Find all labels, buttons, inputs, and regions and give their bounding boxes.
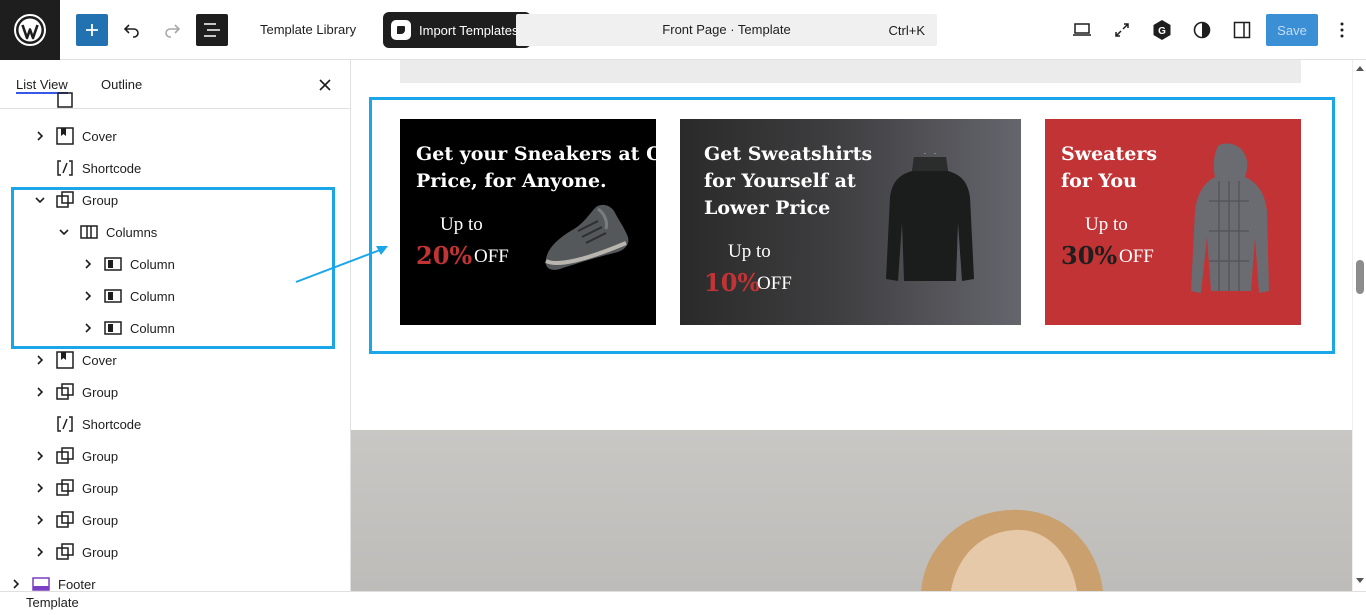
card-off: OFF (474, 246, 509, 267)
scroll-up-icon[interactable] (1356, 65, 1364, 71)
command-palette-bar[interactable]: Front Page · Template Ctrl+K (516, 14, 937, 46)
settings-sidebar-icon[interactable] (1230, 18, 1254, 42)
chevron-right-icon[interactable] (32, 512, 48, 528)
list-item-group[interactable]: Group (32, 472, 118, 504)
cover-icon (56, 351, 74, 369)
previous-section (400, 60, 1301, 83)
list-item-group[interactable]: Group (32, 504, 118, 536)
template-library-link[interactable]: Template Library (260, 22, 356, 37)
save-button[interactable]: Save (1266, 14, 1318, 46)
list-item-partial (56, 92, 82, 108)
list-item-footer[interactable]: Footer (8, 568, 96, 591)
group-icon (56, 543, 74, 561)
import-templates-button[interactable]: Import Templates (383, 12, 531, 48)
footer-icon (32, 575, 50, 591)
document-title: Front Page · Template (662, 22, 791, 37)
card-percent: 30% (1061, 241, 1118, 270)
sneaker-image (545, 204, 629, 270)
svg-text:G: G (1158, 26, 1166, 37)
document-overview-button[interactable] (196, 14, 228, 46)
list-view-sidebar: List View Outline Cover Shortcode Group … (0, 60, 351, 591)
card-up-to: Up to (728, 241, 771, 262)
chevron-right-icon[interactable] (32, 448, 48, 464)
list-item-label: Cover (82, 352, 117, 368)
sweater-image (1191, 143, 1269, 293)
chevron-right-icon[interactable] (32, 384, 48, 400)
hero-photo-section[interactable] (351, 430, 1352, 591)
command-shortcut: Ctrl+K (888, 23, 925, 38)
wordpress-logo-icon[interactable] (0, 0, 60, 60)
card-up-to: Up to (440, 214, 483, 235)
tab-outline[interactable]: Outline (101, 77, 142, 92)
sweatshirt-image (886, 153, 974, 281)
canvas-scrollbar[interactable] (1352, 60, 1366, 591)
sidebar-tabs: List View Outline (0, 60, 350, 109)
options-menu-icon[interactable] (1330, 18, 1354, 42)
breadcrumb-template[interactable]: Template (26, 595, 79, 610)
device-preview-icon[interactable] (1070, 18, 1094, 42)
list-item-label: Shortcode (82, 160, 142, 176)
editor-canvas[interactable]: Get your Sneakers at Offer Price, for An… (351, 60, 1352, 591)
card-up-to: Up to (1085, 214, 1128, 235)
list-item-label: Shortcode (82, 416, 142, 432)
chevron-right-icon[interactable] (32, 352, 48, 368)
shortcode-icon (56, 159, 74, 177)
group-icon (56, 511, 74, 529)
chevron-right-icon[interactable] (32, 544, 48, 560)
list-item-shortcode[interactable]: Shortcode (56, 408, 141, 440)
person-hair-image (921, 509, 1103, 591)
add-block-button[interactable] (76, 14, 108, 46)
list-item-label: Group (82, 544, 119, 560)
promo-card-sweaters[interactable]: Sweaters for You Up to 30% OFF (1045, 119, 1301, 325)
card-title: Get Sweatshirts for Yourself at Lower Pr… (704, 143, 873, 219)
fullscreen-icon[interactable] (1110, 18, 1134, 42)
import-logo-icon (391, 20, 411, 40)
card-off: OFF (1119, 246, 1154, 267)
list-item-shortcode[interactable]: Shortcode (56, 152, 141, 184)
chevron-right-icon[interactable] (32, 128, 48, 144)
list-item-cover[interactable]: Cover (32, 120, 117, 152)
close-icon[interactable] (316, 76, 334, 94)
list-item-label: Group (82, 480, 119, 496)
list-item-group[interactable]: Group (32, 536, 118, 568)
list-item-label: Footer (58, 576, 96, 592)
list-item-group[interactable]: Group (32, 376, 118, 408)
cover-icon (56, 127, 74, 145)
import-templates-label: Import Templates (419, 22, 519, 38)
list-item-label: Cover (82, 128, 117, 144)
card-title: Sweaters for You (1061, 143, 1158, 192)
block-breadcrumb: Template (0, 591, 1366, 615)
list-item-label: Group (82, 448, 119, 464)
redo-icon[interactable] (156, 14, 188, 46)
list-item-group[interactable]: Group (32, 440, 118, 472)
card-percent: 10% (704, 268, 761, 297)
style-contrast-icon[interactable] (1190, 18, 1214, 42)
undo-icon[interactable] (116, 14, 148, 46)
list-item-label: Group (82, 384, 119, 400)
group-icon (56, 383, 74, 401)
card-off: OFF (757, 273, 792, 294)
editor-toolbar: Template Library Import Templates Front … (0, 0, 1366, 60)
scroll-down-icon[interactable] (1356, 578, 1364, 584)
card-title: Get your Sneakers at Offer Price, for An… (416, 143, 656, 192)
block-icon (56, 92, 74, 108)
plugin-g-icon[interactable]: G (1150, 18, 1174, 42)
group-icon (56, 479, 74, 497)
chevron-right-icon[interactable] (32, 480, 48, 496)
highlight-annotation-box (11, 187, 335, 349)
shortcode-icon (56, 415, 74, 433)
promo-card-sweatshirts[interactable]: Get Sweatshirts for Yourself at Lower Pr… (680, 119, 1021, 325)
chevron-right-icon[interactable] (8, 576, 24, 591)
promo-card-sneakers[interactable]: Get your Sneakers at Offer Price, for An… (400, 119, 656, 325)
card-percent: 20% (416, 241, 473, 270)
scroll-thumb[interactable] (1356, 260, 1364, 294)
group-icon (56, 447, 74, 465)
list-item-label: Group (82, 512, 119, 528)
